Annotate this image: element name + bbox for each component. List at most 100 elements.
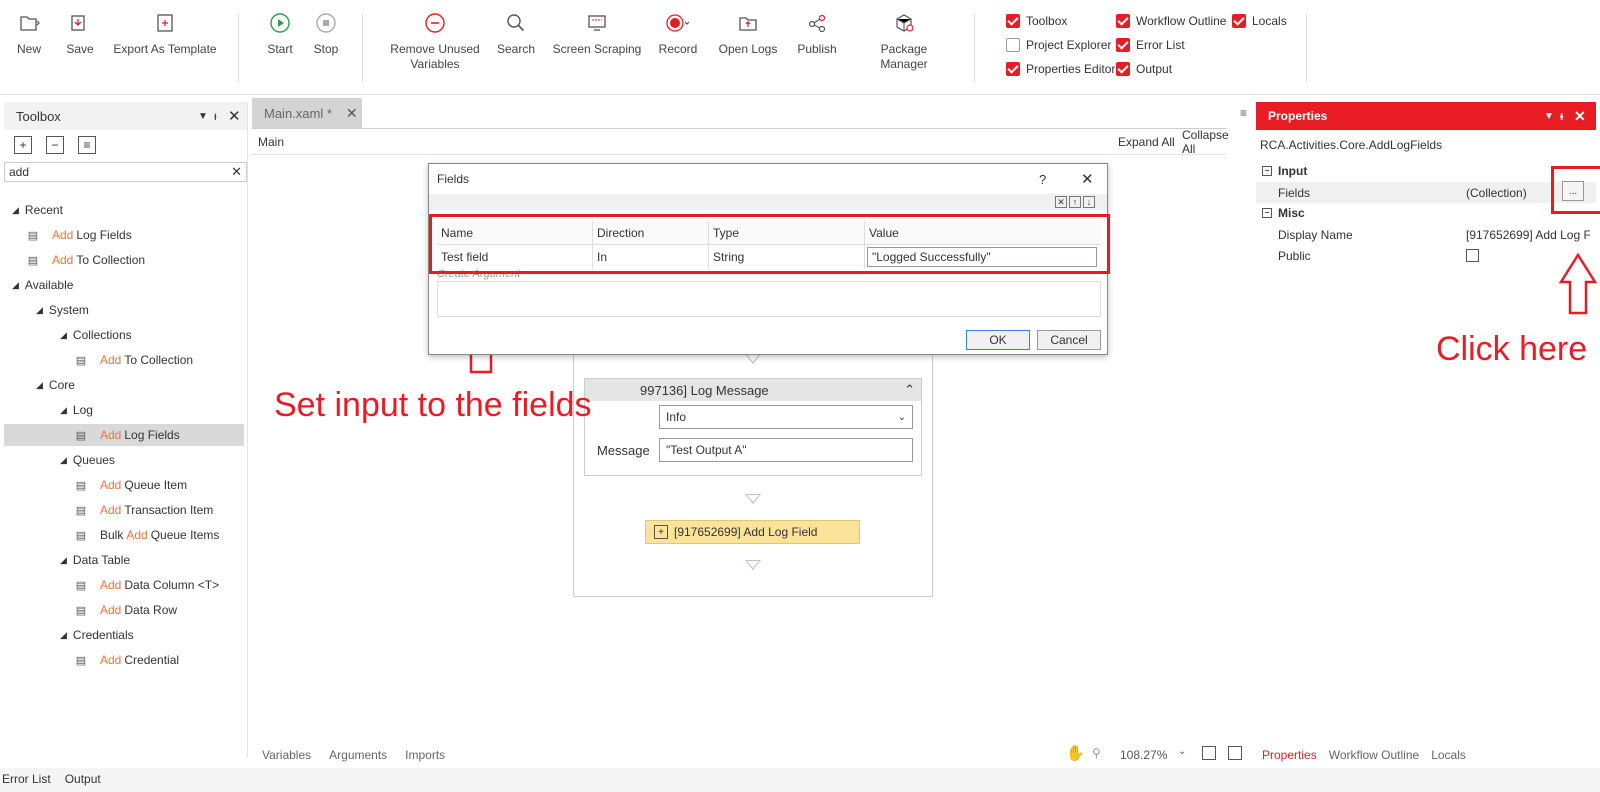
expand-triangle-icon[interactable]: ◢ <box>36 305 43 316</box>
tree-group[interactable]: ◢ System <box>4 299 244 321</box>
tab-output[interactable]: Output <box>65 772 101 786</box>
tabs-menu-icon[interactable]: ≡ <box>1240 106 1247 120</box>
toggle-toolbox[interactable]: Toolbox <box>1006 14 1067 28</box>
display-name-value[interactable]: [917652699] Add Log Fi <box>1466 228 1590 242</box>
tree-item[interactable]: ▤ Bulk Add Queue Items <box>4 524 244 546</box>
tree-group[interactable]: ◢ Core <box>4 374 244 396</box>
save-button[interactable]: Save <box>64 10 96 57</box>
ok-button[interactable]: OK <box>966 330 1030 350</box>
screen-scraping-button[interactable]: Screen Scraping <box>552 10 642 57</box>
toggle-project-explorer[interactable]: Project Explorer <box>1006 38 1111 52</box>
toggle-locals[interactable]: Locals <box>1232 14 1287 28</box>
close-icon[interactable]: ✕ <box>1574 108 1586 125</box>
misc-group[interactable]: − Misc <box>1256 202 1596 223</box>
fields-property-row[interactable]: Fields (Collection) ... <box>1256 181 1596 203</box>
dropdown-icon[interactable]: ▼ <box>198 111 208 122</box>
collapse-all-link[interactable]: Collapse All <box>1182 128 1229 156</box>
expand-triangle-icon[interactable]: ◢ <box>60 405 67 416</box>
record-button[interactable]: Record <box>656 10 700 57</box>
toggle-error-list[interactable]: Error List <box>1116 38 1185 52</box>
collapse-group-icon[interactable]: − <box>1262 165 1272 176</box>
tab-variables[interactable]: Variables <box>262 748 311 762</box>
tree-group[interactable]: ◢ Queues <box>4 449 244 471</box>
tab-workflow-outline[interactable]: Workflow Outline <box>1329 748 1419 762</box>
message-input[interactable]: "Test Output A" <box>659 438 913 462</box>
zoom-level[interactable]: 108.27% <box>1120 748 1167 762</box>
tree-item[interactable]: ▤ Add Data Column <T> <box>4 574 244 596</box>
tab-error-list[interactable]: Error List <box>2 772 51 786</box>
input-group[interactable]: − Input <box>1256 160 1596 181</box>
tab-main-xaml[interactable]: Main.xaml * ✕ <box>252 98 362 128</box>
tree-item[interactable]: ▤ Add Transaction Item <box>4 499 244 521</box>
public-checkbox[interactable] <box>1466 249 1479 262</box>
tree-item[interactable]: ▤ Add To Collection <box>4 249 244 271</box>
tree-item[interactable]: ▤ Add To Collection <box>4 349 244 371</box>
display-name-row[interactable]: Display Name [917652699] Add Log Fi <box>1256 224 1596 245</box>
new-button[interactable]: New <box>14 10 44 57</box>
toggle-properties-editor[interactable]: Properties Editor <box>1006 62 1115 76</box>
pin-icon[interactable]: ᵼ <box>1560 109 1563 123</box>
add-log-field-activity[interactable]: + [917652699] Add Log Field <box>645 520 860 544</box>
start-button[interactable]: Start <box>262 10 298 57</box>
tree-item[interactable]: ▤ Add Data Row <box>4 599 244 621</box>
tree-group[interactable]: ◢ Data Table <box>4 549 244 571</box>
dropdown-icon[interactable]: ▼ <box>1544 111 1554 122</box>
remove-unused-variables-button[interactable]: Remove Unused Variables <box>388 10 482 72</box>
list-view-icon[interactable]: ≡ <box>78 136 96 154</box>
expand-triangle-icon[interactable]: ◢ <box>60 455 67 466</box>
expand-all-link[interactable]: Expand All <box>1118 135 1175 149</box>
tab-imports[interactable]: Imports <box>405 748 445 762</box>
close-icon[interactable]: ✕ <box>1081 170 1094 188</box>
expand-triangle-icon[interactable]: ◢ <box>12 205 19 216</box>
expand-all-icon[interactable]: + <box>14 136 32 154</box>
zoom-icon[interactable]: ⚲ <box>1092 746 1101 760</box>
expand-triangle-icon[interactable]: ◢ <box>36 380 43 391</box>
publish-button[interactable]: Publish <box>794 10 840 57</box>
expand-triangle-icon[interactable]: ◢ <box>60 555 67 566</box>
tree-group[interactable]: ◢ Collections <box>4 324 244 346</box>
tab-properties[interactable]: Properties <box>1262 748 1317 762</box>
properties-header: Properties ▼ ᵼ ✕ <box>1256 102 1596 130</box>
tree-group[interactable]: ◢ Log <box>4 399 244 421</box>
collapse-group-icon[interactable]: − <box>1262 207 1272 218</box>
level-select[interactable]: Info ⌄ <box>659 405 913 429</box>
hand-icon[interactable]: ✋ <box>1066 744 1085 762</box>
move-down-icon[interactable]: ↓ <box>1083 196 1095 208</box>
fit-to-screen-icon[interactable] <box>1202 746 1216 760</box>
open-logs-button[interactable]: Open Logs <box>716 10 780 57</box>
search-button[interactable]: Search <box>496 10 536 57</box>
tree-group[interactable]: ◢ Credentials <box>4 624 244 646</box>
package-manager-button[interactable]: Package Manager <box>856 10 952 72</box>
toggle-output[interactable]: Output <box>1116 62 1172 76</box>
move-up-icon[interactable]: ↑ <box>1069 196 1081 208</box>
clear-search-icon[interactable]: ✕ <box>231 164 242 180</box>
tree-item[interactable]: ▤ Add Credential <box>4 649 244 671</box>
cancel-button[interactable]: Cancel <box>1037 330 1101 350</box>
tab-arguments[interactable]: Arguments <box>329 748 387 762</box>
collapse-all-icon[interactable]: − <box>46 136 64 154</box>
pin-icon[interactable]: ᵼ <box>214 109 217 123</box>
stop-button[interactable]: Stop <box>306 10 346 57</box>
tree-item[interactable]: ▤ Add Log Fields <box>4 224 244 246</box>
breadcrumb[interactable]: Main <box>252 135 284 149</box>
delete-row-icon[interactable]: ✕ <box>1055 196 1067 208</box>
zoom-dropdown-icon[interactable]: ⌄ <box>1178 746 1186 757</box>
tree-group[interactable]: ◢ Recent <box>4 199 244 221</box>
toolbox-search-field[interactable]: add ✕ <box>4 162 247 182</box>
tab-locals[interactable]: Locals <box>1431 748 1466 762</box>
expand-triangle-icon[interactable]: ◢ <box>60 330 67 341</box>
toggle-workflow-outline[interactable]: Workflow Outline <box>1116 14 1226 28</box>
collapse-icon[interactable]: ⌃ <box>904 382 915 398</box>
export-as-template-button[interactable]: Export As Template <box>112 10 218 57</box>
tree-item[interactable]: ▤ Add Queue Item <box>4 474 244 496</box>
close-icon[interactable]: ✕ <box>228 107 241 125</box>
expand-triangle-icon[interactable]: ◢ <box>12 280 19 291</box>
help-button[interactable]: ? <box>1039 172 1046 187</box>
public-row[interactable]: Public <box>1256 245 1596 266</box>
tree-item[interactable]: ▤ Add Log Fields <box>4 424 244 446</box>
close-tab-icon[interactable]: ✕ <box>346 105 358 122</box>
overview-icon[interactable] <box>1228 746 1242 760</box>
tree-group[interactable]: ◢ Available <box>4 274 244 296</box>
log-message-activity[interactable]: 997136] Log Message ⌃ Info ⌄ Message "Te… <box>584 378 922 476</box>
expand-triangle-icon[interactable]: ◢ <box>60 630 67 641</box>
